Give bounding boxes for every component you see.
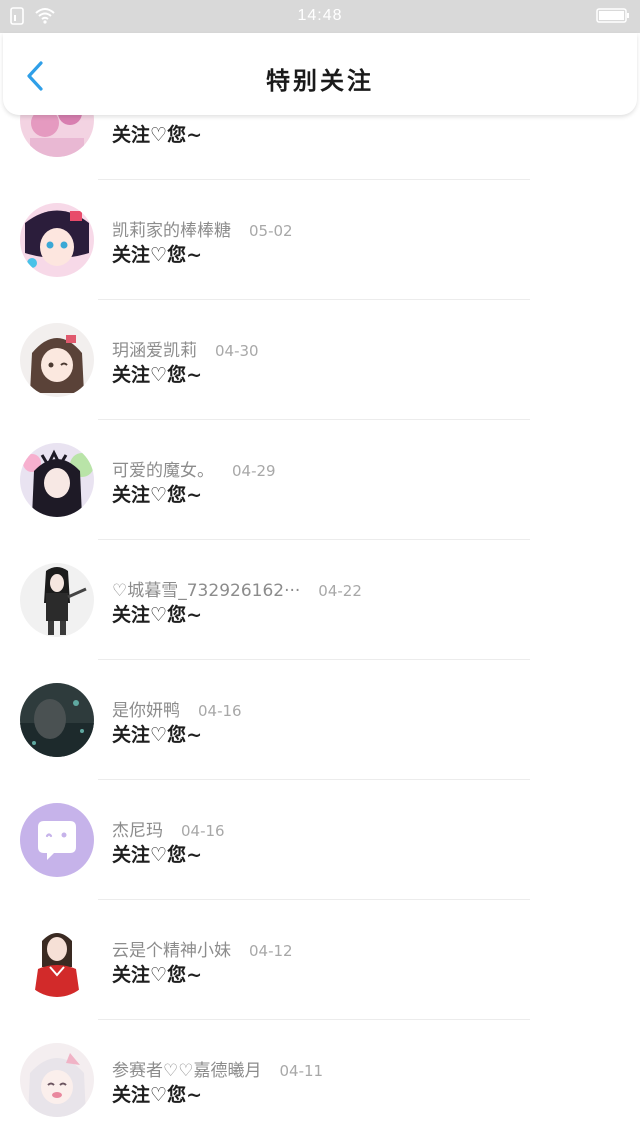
message-text: 关注♡您~ xyxy=(112,964,202,986)
page-title: 特别关注 xyxy=(266,67,374,95)
heart-icon: ♡ xyxy=(150,844,168,866)
status-bar: 14:48 xyxy=(0,0,640,33)
list-item[interactable]: 云是个精神小妹 04-12 关注♡您~ xyxy=(0,900,640,1020)
user-avatar[interactable] xyxy=(20,923,94,997)
list-item[interactable]: 参赛者♡♡嘉德曦月 04-11 关注♡您~ xyxy=(0,1020,640,1140)
user-name[interactable]: 可爱的魔女。 xyxy=(112,461,214,481)
list-item[interactable]: 是你妍鸭 04-16 关注♡您~ xyxy=(0,660,640,780)
user-avatar[interactable] xyxy=(20,443,94,517)
user-name[interactable]: ♡城暮雪_732926162··· xyxy=(112,581,300,601)
notification-header: 是你妍鸭 04-16 xyxy=(112,696,242,721)
user-avatar[interactable] xyxy=(20,563,94,637)
heart-icon: ♡ xyxy=(150,124,168,146)
heart-icon: ♡ xyxy=(150,604,168,626)
heart-icon: ♡ xyxy=(150,484,168,506)
message-text: 关注♡您~ xyxy=(112,364,202,386)
notification-header: 凯莉家的棒棒糖 05-02 xyxy=(112,216,293,241)
list-item[interactable]: ♡城暮雪_732926162··· 04-22 关注♡您~ xyxy=(0,540,640,660)
notification-header: 云是个精神小妹 04-12 xyxy=(112,936,293,961)
notification-date: 04-12 xyxy=(249,942,293,960)
notification-date: 04-30 xyxy=(215,342,259,360)
notification-header: 参赛者♡♡嘉德曦月 04-11 xyxy=(112,1056,323,1081)
status-time: 14:48 xyxy=(297,7,343,24)
heart-icon: ♡ xyxy=(150,724,168,746)
message-text: 关注♡您~ xyxy=(112,604,202,626)
notification-date: 04-29 xyxy=(232,462,276,480)
heart-icon: ♡ xyxy=(150,1084,168,1106)
heart-icon: ♡ xyxy=(150,244,168,266)
list-item[interactable]: 杰尼玛 04-16 关注♡您~ xyxy=(0,780,640,900)
user-name[interactable]: 凯莉家的棒棒糖 xyxy=(112,221,231,241)
user-avatar[interactable] xyxy=(20,323,94,397)
user-avatar[interactable] xyxy=(20,683,94,757)
user-name[interactable]: 杰尼玛 xyxy=(112,821,163,841)
message-text: 关注♡您~ xyxy=(112,124,202,146)
battery-icon xyxy=(596,8,629,23)
heart-icon: ♡ xyxy=(150,364,168,386)
user-name[interactable]: 是你妍鸭 xyxy=(112,701,180,721)
message-text: 关注♡您~ xyxy=(112,724,202,746)
list-item[interactable]: 可爱的魔女。 04-29 关注♡您~ xyxy=(0,420,640,540)
notification-date: 04-11 xyxy=(279,1062,324,1080)
notification-header: ♡城暮雪_732926162··· 04-22 xyxy=(112,576,362,601)
message-text: 关注♡您~ xyxy=(112,1084,202,1106)
user-avatar[interactable] xyxy=(20,203,94,277)
notification-header: 杰尼玛 04-16 xyxy=(112,816,225,841)
user-name[interactable]: 玥涵爱凯莉 xyxy=(112,341,197,361)
message-text: 关注♡您~ xyxy=(112,484,202,506)
default-avatar-icon[interactable] xyxy=(20,803,94,877)
notification-header: 玥涵爱凯莉 04-30 xyxy=(112,336,259,361)
navigation-bar: 特别关注 xyxy=(3,33,637,115)
notification-date: 05-02 xyxy=(249,222,293,240)
user-avatar[interactable] xyxy=(20,1043,94,1117)
notification-header: 可爱的魔女。 04-29 xyxy=(112,456,276,481)
message-text: 关注♡您~ xyxy=(112,844,202,866)
heart-icon: ♡ xyxy=(150,964,168,986)
list-item[interactable]: 凯莉家的棒棒糖 05-02 关注♡您~ xyxy=(0,180,640,300)
user-name[interactable]: 云是个精神小妹 xyxy=(112,941,231,961)
user-name[interactable]: 参赛者♡♡嘉德曦月 xyxy=(112,1061,261,1081)
notification-date: 04-22 xyxy=(318,582,362,600)
notification-date: 04-16 xyxy=(198,702,242,720)
message-text: 关注♡您~ xyxy=(112,244,202,266)
list-item[interactable]: 玥涵爱凯莉 04-30 关注♡您~ xyxy=(0,300,640,420)
notification-date: 04-16 xyxy=(181,822,225,840)
